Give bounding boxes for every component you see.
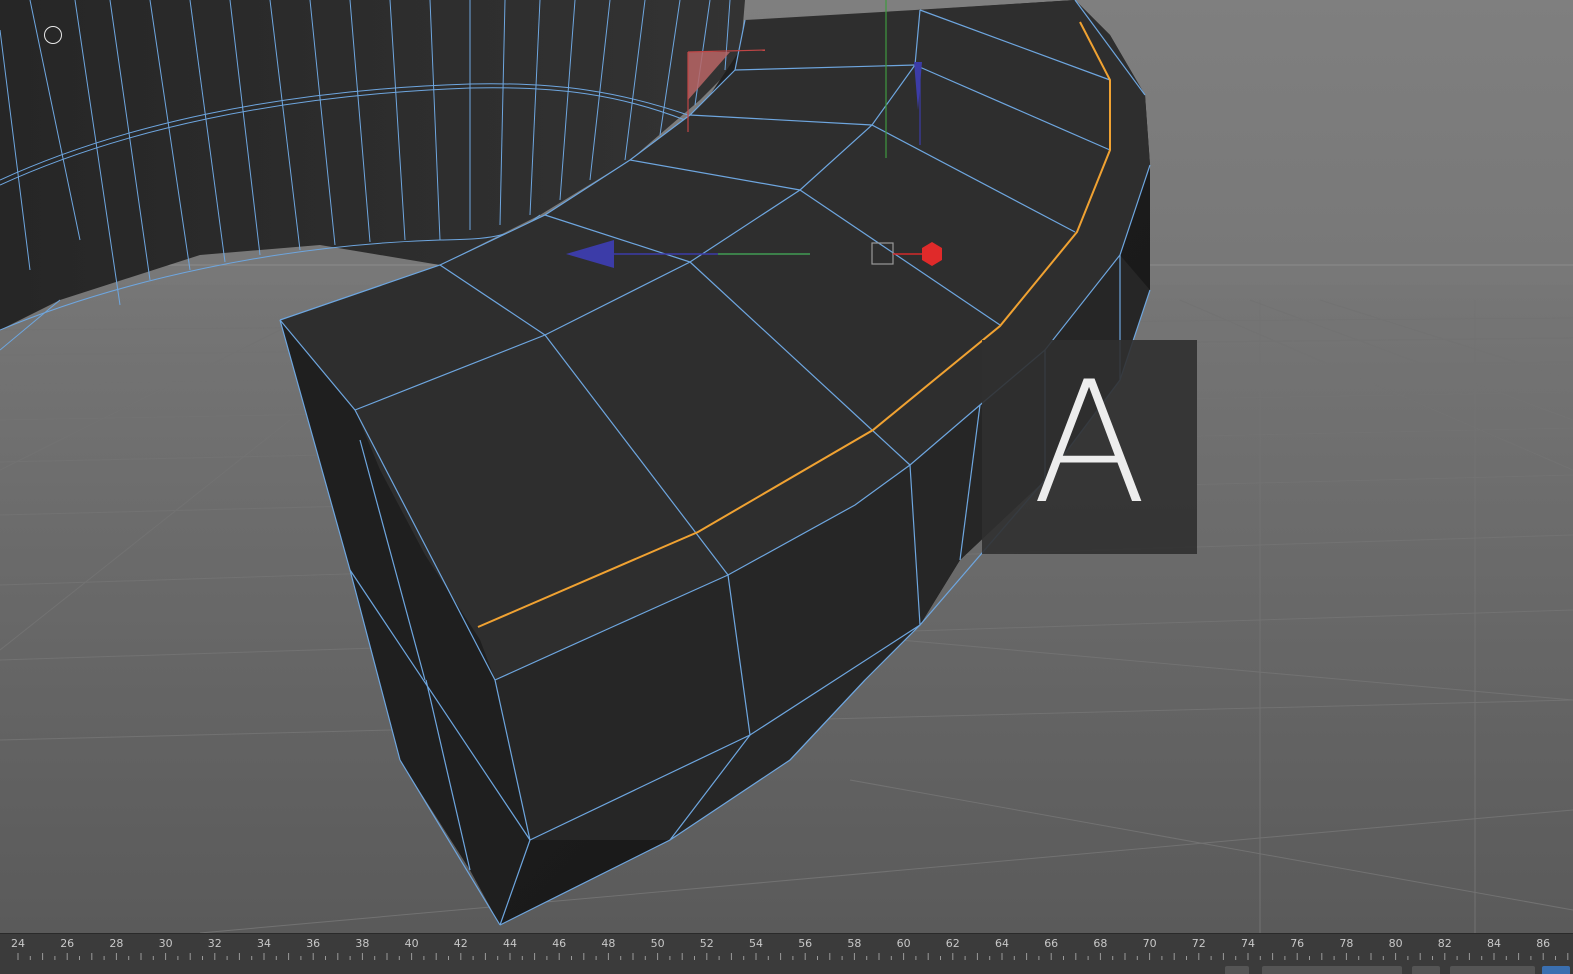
timeline-frame-label: 40 (405, 937, 419, 950)
timeline-frame-label: 78 (1339, 937, 1353, 950)
timeline-frame-label: 32 (208, 937, 222, 950)
timeline-frame-label: 84 (1487, 937, 1501, 950)
timeline-frame-label: 30 (159, 937, 173, 950)
timeline-frame-label: 46 (552, 937, 566, 950)
scene-canvas[interactable] (0, 0, 1573, 933)
timeline-ruler[interactable]: 24 26 28 30 32 34 36 38 40 42 44 46 48 50 52 54 56 58 60 62… (0, 933, 1573, 974)
timeline-frame-label: 48 (601, 937, 615, 950)
timeline-frame-label: 64 (995, 937, 1009, 950)
timeline-frame-label: 24 (11, 937, 25, 950)
timeline-frame-label: 70 (1143, 937, 1157, 950)
timeline-frame-label: 58 (847, 937, 861, 950)
timeline-frame-label: 38 (355, 937, 369, 950)
timeline-frame-label: 86 (1536, 937, 1550, 950)
timeline-frame-label: 34 (257, 937, 271, 950)
timeline-frame-label: 74 (1241, 937, 1255, 950)
timeline-frame-label: 44 (503, 937, 517, 950)
timeline-frame-label: 36 (306, 937, 320, 950)
timeline-frame-label: 62 (946, 937, 960, 950)
timeline-frame-label: 80 (1389, 937, 1403, 950)
timeline-frame-label: 26 (60, 937, 74, 950)
mode-circle-icon[interactable] (44, 26, 62, 44)
timeline-frame-label: 28 (109, 937, 123, 950)
timeline-frame-label: 76 (1290, 937, 1304, 950)
timeline-frame-label: 66 (1044, 937, 1058, 950)
timeline-frame-label: 82 (1438, 937, 1452, 950)
key-press-letter: A (1032, 345, 1147, 541)
3d-viewport[interactable]: A (0, 0, 1573, 933)
timeline-frame-label: 54 (749, 937, 763, 950)
timeline-frame-label: 52 (700, 937, 714, 950)
timeline-frame-label: 68 (1093, 937, 1107, 950)
timeline-frame-label: 60 (897, 937, 911, 950)
timeline-frame-label: 42 (454, 937, 468, 950)
timeline-frame-label: 72 (1192, 937, 1206, 950)
key-press-overlay: A (982, 340, 1197, 554)
timeline-frame-label: 56 (798, 937, 812, 950)
timeline-frame-label: 50 (651, 937, 665, 950)
